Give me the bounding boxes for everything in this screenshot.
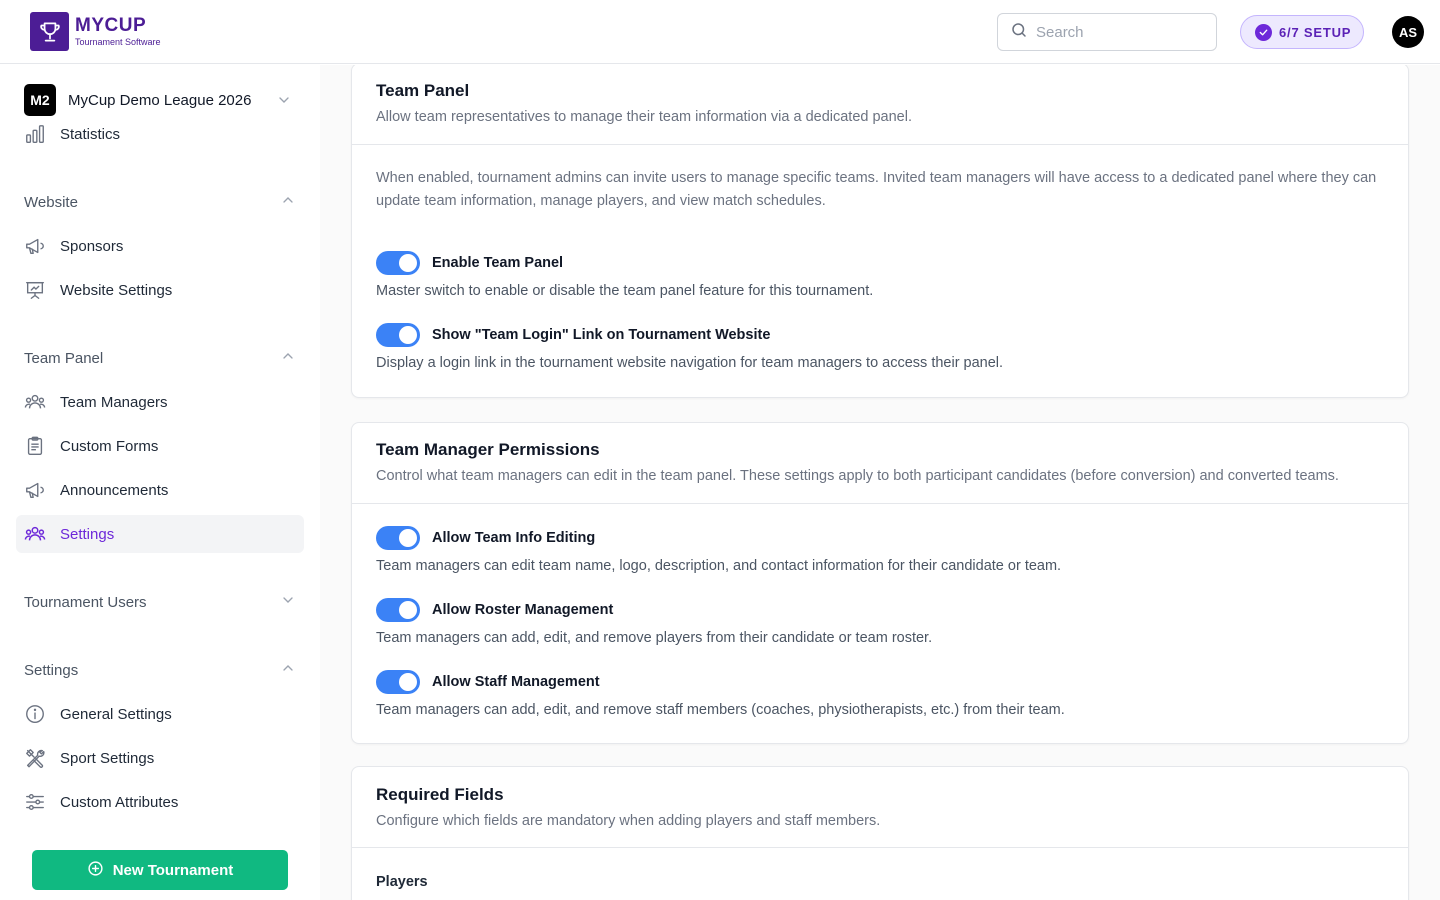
megaphone-icon bbox=[24, 235, 46, 257]
sidebar-item-general-settings[interactable]: General Settings bbox=[16, 695, 304, 733]
sidebar-item-label: Website Settings bbox=[60, 281, 173, 299]
main-content: Team Panel Allow team representatives to… bbox=[320, 65, 1440, 900]
toggle-row-roster-management: Allow Roster Management bbox=[376, 598, 613, 622]
chevron-up-icon bbox=[280, 348, 296, 369]
plus-circle-icon bbox=[87, 860, 104, 881]
toggle-description: Team managers can edit team name, logo, … bbox=[376, 558, 1062, 574]
new-tournament-label: New Tournament bbox=[112, 861, 234, 879]
clipboard-icon bbox=[24, 435, 46, 457]
sidebar-item-label: Custom Attributes bbox=[60, 793, 179, 811]
section-website[interactable]: Website bbox=[24, 191, 296, 213]
brand-name: MYCUP bbox=[75, 15, 147, 36]
sidebar-item-statistics[interactable]: Statistics bbox=[16, 115, 304, 153]
section-tournament-users[interactable]: Tournament Users bbox=[24, 591, 296, 613]
brand-logo[interactable]: MYCUP Tournament Software bbox=[30, 12, 161, 51]
tools-icon bbox=[24, 747, 46, 769]
sidebar-item-label: Custom Forms bbox=[60, 437, 159, 455]
toggle-description: Display a login link in the tournament w… bbox=[376, 355, 1004, 371]
league-badge: M2 bbox=[24, 84, 56, 116]
team-info-editing-toggle[interactable] bbox=[376, 526, 420, 550]
section-settings[interactable]: Settings bbox=[24, 659, 296, 681]
card-description: Configure which fields are mandatory whe… bbox=[376, 813, 881, 829]
setup-progress-label: 6/7 SETUP bbox=[1279, 24, 1352, 40]
team-panel-card: Team Panel Allow team representatives to… bbox=[351, 65, 1409, 398]
search-box[interactable] bbox=[997, 13, 1217, 51]
card-description: Control what team managers can edit in t… bbox=[376, 468, 1339, 484]
card-title: Team Manager Permissions bbox=[376, 440, 600, 459]
toggle-label: Show "Team Login" Link on Tournament Web… bbox=[432, 327, 771, 343]
toggle-label: Allow Staff Management bbox=[432, 674, 600, 690]
user-avatar[interactable]: AS bbox=[1392, 16, 1424, 48]
card-title: Required Fields bbox=[376, 785, 504, 804]
team-panel-intro: When enabled, tournament admins can invi… bbox=[376, 170, 1377, 209]
enable-team-panel-toggle[interactable] bbox=[376, 251, 420, 275]
roster-management-toggle[interactable] bbox=[376, 598, 420, 622]
sidebar-item-sport-settings[interactable]: Sport Settings bbox=[16, 739, 304, 777]
sidebar-item-label: Sponsors bbox=[60, 237, 124, 255]
section-label: Tournament Users bbox=[24, 593, 147, 611]
toggle-row-staff-management: Allow Staff Management bbox=[376, 670, 600, 694]
toggle-label: Allow Team Info Editing bbox=[432, 530, 596, 546]
presentation-icon bbox=[24, 279, 46, 301]
toggle-row-team-info-editing: Allow Team Info Editing bbox=[376, 526, 595, 550]
search-icon bbox=[1010, 21, 1028, 44]
brand-tagline: Tournament Software bbox=[75, 37, 161, 47]
trophy-icon bbox=[30, 12, 69, 51]
chevron-down-icon bbox=[280, 592, 296, 613]
league-selector[interactable]: M2 MyCup Demo League 2026 bbox=[24, 84, 296, 116]
info-icon bbox=[24, 703, 46, 725]
section-team-panel[interactable]: Team Panel bbox=[24, 347, 296, 369]
users-icon bbox=[24, 391, 46, 413]
chevron-up-icon bbox=[280, 660, 296, 681]
top-header: MYCUP Tournament Software 6/7 SETUP AS bbox=[0, 0, 1440, 64]
staff-management-toggle[interactable] bbox=[376, 670, 420, 694]
users-icon bbox=[24, 523, 46, 545]
new-tournament-button[interactable]: New Tournament bbox=[32, 850, 288, 890]
sidebar-item-label: Settings bbox=[60, 525, 115, 543]
sidebar-item-announcements[interactable]: Announcements bbox=[16, 471, 304, 509]
toggle-row-enable-team-panel: Enable Team Panel bbox=[376, 251, 563, 275]
section-label: Team Panel bbox=[24, 349, 104, 367]
sidebar-item-label: Team Managers bbox=[60, 393, 168, 411]
toggle-row-team-login-link: Show "Team Login" Link on Tournament Web… bbox=[376, 323, 770, 347]
toggle-description: Master switch to enable or disable the t… bbox=[376, 283, 874, 299]
sidebar: M2 MyCup Demo League 2026 Statistics Web… bbox=[0, 65, 320, 900]
card-title: Team Panel bbox=[376, 81, 470, 100]
team-login-link-toggle[interactable] bbox=[376, 323, 420, 347]
section-label: Website bbox=[24, 193, 78, 211]
check-circle-icon bbox=[1255, 23, 1272, 41]
sidebar-item-custom-forms[interactable]: Custom Forms bbox=[16, 427, 304, 465]
setup-progress-button[interactable]: 6/7 SETUP bbox=[1240, 15, 1364, 49]
required-fields-card: Required Fields Configure which fields a… bbox=[351, 766, 1409, 900]
team-manager-permissions-card: Team Manager Permissions Control what te… bbox=[351, 422, 1409, 744]
search-input[interactable] bbox=[1036, 23, 1196, 41]
sidebar-item-team-panel-settings[interactable]: Settings bbox=[16, 515, 304, 553]
sidebar-item-label: Sport Settings bbox=[60, 749, 155, 767]
toggle-label: Allow Roster Management bbox=[432, 602, 614, 618]
megaphone-icon bbox=[24, 479, 46, 501]
sidebar-item-website-settings[interactable]: Website Settings bbox=[16, 271, 304, 309]
sidebar-item-team-managers[interactable]: Team Managers bbox=[16, 383, 304, 421]
sidebar-item-label: Announcements bbox=[60, 481, 169, 499]
bar-chart-icon bbox=[24, 123, 46, 145]
players-section-label: Players bbox=[376, 874, 428, 890]
sidebar-item-label: Statistics bbox=[60, 125, 121, 143]
sidebar-item-custom-attributes[interactable]: Custom Attributes bbox=[16, 783, 304, 821]
chevron-up-icon bbox=[280, 192, 296, 213]
section-label: Settings bbox=[24, 661, 79, 679]
sliders-icon bbox=[24, 791, 46, 813]
sidebar-item-label: General Settings bbox=[60, 705, 172, 723]
toggle-description: Team managers can add, edit, and remove … bbox=[376, 702, 1065, 718]
toggle-description: Team managers can add, edit, and remove … bbox=[376, 630, 933, 646]
card-description: Allow team representatives to manage the… bbox=[376, 109, 912, 125]
league-name: MyCup Demo League 2026 bbox=[68, 91, 252, 109]
sidebar-item-sponsors[interactable]: Sponsors bbox=[16, 227, 304, 265]
chevron-down-icon bbox=[276, 92, 292, 113]
toggle-label: Enable Team Panel bbox=[432, 255, 564, 271]
